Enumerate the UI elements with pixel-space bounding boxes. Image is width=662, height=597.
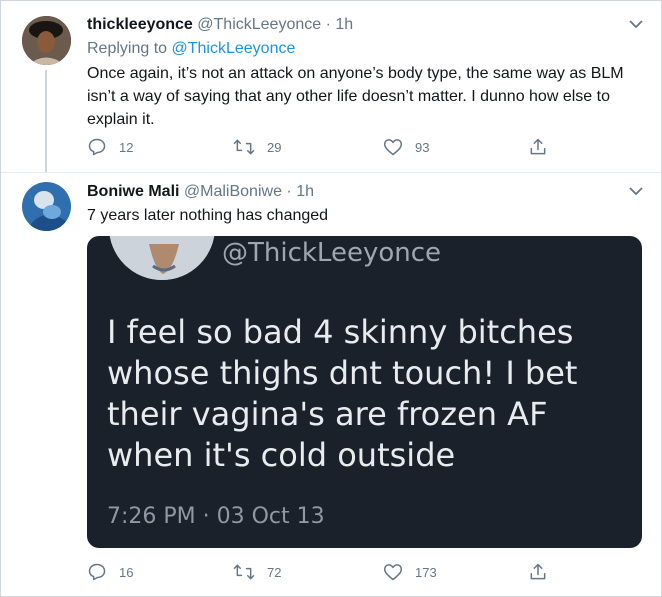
reply-icon bbox=[88, 563, 106, 581]
user-handle[interactable]: @MaliBoniwe bbox=[184, 183, 282, 200]
separator-dot: · bbox=[286, 183, 292, 200]
avatar[interactable] bbox=[22, 16, 71, 65]
retweet-icon bbox=[233, 139, 255, 155]
embedded-handle: @ThickLeeyonce bbox=[222, 238, 442, 268]
like-button[interactable]: 173 bbox=[383, 562, 437, 582]
chevron-down-icon[interactable] bbox=[627, 18, 645, 30]
share-button[interactable] bbox=[528, 562, 548, 582]
tweet-header: Boniwe Mali @MaliBoniwe · 1h bbox=[87, 183, 314, 201]
tweet-thickleeyonce[interactable]: thickleeyonce @ThickLeeyonce · 1h Replyi… bbox=[0, 0, 662, 175]
like-count: 173 bbox=[415, 564, 437, 580]
retweet-icon bbox=[233, 564, 255, 580]
retweet-count: 29 bbox=[267, 139, 282, 155]
reply-icon bbox=[88, 138, 106, 156]
timestamp[interactable]: 1h bbox=[296, 183, 314, 200]
retweet-button[interactable]: 72 bbox=[233, 562, 281, 582]
reply-button[interactable]: 12 bbox=[87, 137, 133, 157]
display-name[interactable]: thickleeyonce bbox=[87, 16, 193, 33]
retweet-count: 72 bbox=[267, 564, 282, 580]
embedded-tweet-text: I feel so bad 4 skinny bitches whose thi… bbox=[107, 313, 578, 474]
reply-count: 12 bbox=[119, 139, 134, 155]
display-name[interactable]: Boniwe Mali bbox=[87, 183, 179, 200]
reply-count: 16 bbox=[119, 564, 134, 580]
chevron-down-icon[interactable] bbox=[627, 185, 645, 197]
reply-button[interactable]: 16 bbox=[87, 562, 133, 582]
share-icon bbox=[530, 138, 546, 155]
tweet-actions: 16 72 173 bbox=[87, 562, 557, 586]
tweet-text: 7 years later nothing has changed bbox=[87, 207, 329, 224]
embedded-screenshot[interactable]: @ThickLeeyonce I feel so bad 4 skinny bi… bbox=[87, 236, 642, 548]
tweet-text: Once again, it’s not an attack on anyone… bbox=[87, 65, 624, 128]
replying-to-label: Replying to bbox=[87, 40, 168, 57]
replying-to-handle[interactable]: @ThickLeeyonce bbox=[172, 40, 296, 57]
thread-line bbox=[45, 70, 47, 172]
tweet-header: thickleeyonce @ThickLeeyonce · 1h bbox=[87, 16, 353, 34]
retweet-button[interactable]: 29 bbox=[233, 137, 281, 157]
like-icon bbox=[383, 139, 403, 156]
like-icon bbox=[383, 564, 403, 581]
embedded-avatar bbox=[109, 236, 215, 280]
like-count: 93 bbox=[415, 139, 430, 155]
tweet-actions: 12 29 93 bbox=[87, 137, 557, 161]
avatar[interactable] bbox=[22, 182, 71, 231]
embedded-timestamp: 7:26 PM · 03 Oct 13 bbox=[107, 504, 325, 529]
timestamp[interactable]: 1h bbox=[335, 16, 353, 33]
replying-to: Replying to @ThickLeeyonce bbox=[87, 40, 295, 58]
share-button[interactable] bbox=[528, 137, 548, 157]
user-handle[interactable]: @ThickLeeyonce bbox=[197, 16, 321, 33]
share-icon bbox=[530, 563, 546, 580]
tweet-divider bbox=[1, 172, 661, 173]
like-button[interactable]: 93 bbox=[383, 137, 429, 157]
separator-dot: · bbox=[325, 16, 331, 33]
